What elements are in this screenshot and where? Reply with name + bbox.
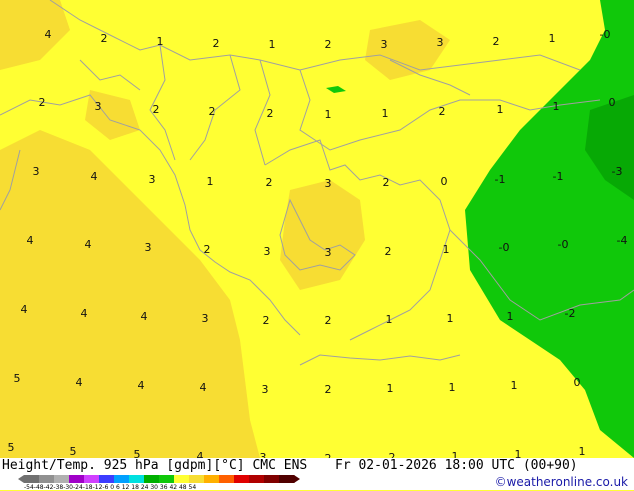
- temperature-value: 3: [95, 100, 102, 113]
- temperature-value: 2: [39, 96, 46, 109]
- temperature-value: 4: [76, 376, 83, 389]
- temperature-value: 1: [382, 107, 389, 120]
- temperature-value: 5: [14, 372, 21, 385]
- temperature-value: -0: [558, 238, 569, 251]
- temperature-value: 1: [511, 379, 518, 392]
- color-scale-swatch: [114, 475, 130, 483]
- temperature-value: 3: [202, 312, 209, 325]
- temperature-value: 4: [141, 310, 148, 323]
- color-scale-swatch: [159, 475, 175, 483]
- temperature-value: -2: [565, 307, 576, 320]
- temperature-value: 2: [325, 314, 332, 327]
- color-scale-right-arrow: [294, 475, 300, 483]
- color-scale-swatch: [84, 475, 100, 483]
- temperature-value: 2: [439, 105, 446, 118]
- map-title: Height/Temp. 925 hPa [gdpm][°C] CMC ENS: [2, 458, 308, 473]
- color-scale-swatch: [24, 475, 40, 483]
- temperature-value: 2: [385, 245, 392, 258]
- temperature-value: 3: [260, 451, 267, 458]
- map-canvas: 4 2 1 2 1 2 3 3 2 1 -0 2 3 2 2 2 1 1 2 1 1 0 3 4 3 1 2 3 2 0 -1 -1 -3 4 4 3…: [0, 0, 634, 458]
- temperature-value: 2: [204, 243, 211, 256]
- temperature-value: 2: [266, 176, 273, 189]
- temperature-value: 1: [507, 310, 514, 323]
- temperature-value: 3: [149, 173, 156, 186]
- color-scale-swatch: [219, 475, 235, 483]
- color-scale-swatch: [204, 475, 220, 483]
- temperature-value: 4: [200, 381, 207, 394]
- color-scale-left-arrow: [18, 475, 24, 483]
- color-scale-swatch: [234, 475, 250, 483]
- temperature-value: 1: [386, 313, 393, 326]
- color-scale-swatch: [69, 475, 85, 483]
- temperature-value: 0: [609, 96, 616, 109]
- temperature-value: 1: [325, 108, 332, 121]
- temperature-value: -0: [600, 28, 611, 41]
- temperature-value: 1: [449, 381, 456, 394]
- temperature-value: -3: [612, 165, 623, 178]
- temperature-value: 1: [447, 312, 454, 325]
- temperature-value: 4: [91, 170, 98, 183]
- temperature-value: 1: [452, 450, 459, 458]
- map-footer: Height/Temp. 925 hPa [gdpm][°C] CMC ENS …: [0, 458, 634, 491]
- temperature-value: 5: [70, 445, 77, 458]
- temperature-value: 3: [325, 177, 332, 190]
- temperature-value: 4: [85, 238, 92, 251]
- valid-time: Fr 02-01-2026 18:00 UTC (00+90): [335, 458, 578, 473]
- weather-map: 4 2 1 2 1 2 3 3 2 1 -0 2 3 2 2 2 1 1 2 1 1 0 3 4 3 1 2 3 2 0 -1 -1 -3 4 4 3…: [0, 0, 634, 458]
- color-scale-swatch: [99, 475, 115, 483]
- temperature-value: 1: [549, 32, 556, 45]
- temperature-value: 1: [515, 448, 522, 458]
- color-scale-swatch: [144, 475, 160, 483]
- temperature-value: -1: [495, 173, 506, 186]
- temperature-value: 4: [27, 234, 34, 247]
- temperature-value: 2: [213, 37, 220, 50]
- temperature-value: 2: [325, 383, 332, 396]
- temperature-value: 3: [33, 165, 40, 178]
- temperature-value: 5: [8, 441, 15, 454]
- temperature-value: 5: [134, 448, 141, 458]
- temperature-value: 2: [209, 105, 216, 118]
- temperature-value: 2: [101, 32, 108, 45]
- color-scale-swatch: [129, 475, 145, 483]
- color-scale-swatch: [54, 475, 70, 483]
- temperature-value: 2: [267, 107, 274, 120]
- temperature-value: 3: [325, 246, 332, 259]
- temperature-value: 2: [153, 103, 160, 116]
- temperature-value: 3: [437, 36, 444, 49]
- temperature-value: 2: [325, 38, 332, 51]
- temperature-value: -1: [553, 170, 564, 183]
- temperature-value: 1: [157, 35, 164, 48]
- color-scale-swatch: [279, 475, 295, 483]
- temperature-value: -0: [499, 241, 510, 254]
- credit-link[interactable]: ©weatheronline.co.uk: [495, 475, 628, 489]
- temperature-value: 1: [579, 445, 586, 458]
- temperature-value: 4: [81, 307, 88, 320]
- temperature-value: 3: [264, 245, 271, 258]
- temperature-value: 2: [263, 314, 270, 327]
- temperature-value: 0: [441, 175, 448, 188]
- temperature-value: -4: [617, 234, 628, 247]
- temperature-value: 1: [553, 100, 560, 113]
- temperature-value: 2: [389, 451, 396, 458]
- color-scale-swatch: [39, 475, 55, 483]
- temperature-value: 1: [387, 382, 394, 395]
- temperature-value: 2: [493, 35, 500, 48]
- temperature-value: 0: [574, 376, 581, 389]
- temperature-value: 3: [145, 241, 152, 254]
- temperature-value: 4: [197, 450, 204, 458]
- temperature-value: 4: [21, 303, 28, 316]
- temperature-value: 4: [138, 379, 145, 392]
- temperature-value: 1: [269, 38, 276, 51]
- temperature-value: 3: [262, 383, 269, 396]
- temperature-value: 3: [381, 38, 388, 51]
- temperature-value: 1: [497, 103, 504, 116]
- color-scale-swatch: [249, 475, 265, 483]
- temperature-value: 4: [45, 28, 52, 41]
- color-scale-swatch: [264, 475, 280, 483]
- temperature-value: 2: [383, 176, 390, 189]
- color-scale-swatch: [174, 475, 190, 483]
- temperature-value: 1: [443, 243, 450, 256]
- color-scale-swatch: [189, 475, 205, 483]
- temperature-value: 1: [207, 175, 214, 188]
